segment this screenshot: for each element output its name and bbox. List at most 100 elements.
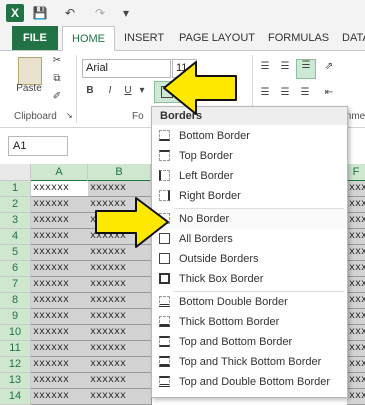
table-cell[interactable]: xxxxxx [347, 245, 365, 261]
table-cell[interactable]: xxxxxx [347, 325, 365, 341]
row-header[interactable]: 14 [0, 389, 31, 405]
menu-item-top-and-thick-bottom-border[interactable]: Top and Thick Bottom Border [152, 352, 347, 372]
table-cell[interactable]: xxxxxx [31, 309, 89, 325]
table-cell[interactable]: xxxxxx [347, 213, 365, 229]
table-cell[interactable]: xxxxxx [31, 373, 89, 389]
tab-home[interactable]: HOME [62, 26, 115, 51]
table-cell[interactable]: xxxxxx [88, 341, 152, 357]
orientation-icon[interactable]: ⇗ [320, 61, 338, 72]
row-header[interactable]: 2 [0, 197, 31, 213]
table-cell[interactable]: xxxxxx [88, 277, 152, 293]
table-cell[interactable]: xxxxxx [31, 357, 89, 373]
row-header[interactable]: 10 [0, 325, 31, 341]
table-cell[interactable]: xxxxxx [347, 309, 365, 325]
paste-button[interactable]: Paste [14, 83, 44, 94]
table-cell[interactable]: xxxxxx [88, 389, 152, 405]
table-cell[interactable]: xxxxxx [88, 293, 152, 309]
underline-dropdown-icon[interactable]: ▾ [138, 85, 146, 96]
copy-icon[interactable]: ⧉ [50, 73, 64, 84]
table-cell[interactable]: xxxxxx [347, 341, 365, 357]
table-cell[interactable]: xxxxxx [347, 261, 365, 277]
align-top-icon[interactable]: ☰ [258, 61, 272, 72]
table-cell[interactable]: xxxxxx [347, 357, 365, 373]
align-center-icon[interactable]: ☰ [278, 87, 292, 98]
table-cell[interactable]: xxxxxx [347, 293, 365, 309]
cut-icon[interactable]: ✂ [50, 55, 64, 66]
column-header-b[interactable]: B [88, 164, 151, 182]
table-cell[interactable]: xxxxxx [347, 389, 365, 405]
tab-data[interactable]: DATA [333, 26, 365, 50]
row-header[interactable]: 9 [0, 309, 31, 325]
table-cell[interactable]: xxxxxx [347, 277, 365, 293]
menu-item-bottom-double-border[interactable]: Bottom Double Border [152, 292, 347, 312]
table-cell[interactable]: xxxxxx [31, 229, 89, 245]
table-cell[interactable]: xxxxxx [31, 181, 89, 197]
name-box[interactable]: A1 [8, 136, 68, 156]
table-cell[interactable]: xxxxxx [88, 373, 152, 389]
paste-icon[interactable] [18, 57, 42, 85]
align-left-icon[interactable]: ☰ [258, 87, 272, 98]
tab-formulas[interactable]: FORMULAS [259, 26, 338, 50]
table-cell[interactable]: xxxxxx [31, 389, 89, 405]
row-header[interactable]: 12 [0, 357, 31, 373]
tab-insert[interactable]: INSERT [115, 26, 173, 50]
align-right-icon[interactable]: ☰ [298, 87, 312, 98]
table-cell[interactable]: xxxxxx [31, 325, 89, 341]
column-header-a[interactable]: A [31, 164, 88, 182]
underline-button[interactable]: U [122, 85, 134, 96]
undo-icon[interactable]: ↶ [62, 5, 78, 21]
menu-item-top-and-bottom-border[interactable]: Top and Bottom Border [152, 332, 347, 352]
row-header[interactable]: 7 [0, 277, 31, 293]
row-header[interactable]: 5 [0, 245, 31, 261]
table-cell[interactable]: xxxxxx [347, 197, 365, 213]
row-header[interactable]: 3 [0, 213, 31, 229]
row-header[interactable]: 13 [0, 373, 31, 389]
table-cell[interactable]: xxxxxx [31, 341, 89, 357]
menu-item-all-borders[interactable]: All Borders [152, 229, 347, 249]
menu-item-bottom-border[interactable]: Bottom Border [152, 126, 347, 146]
row-header[interactable]: 6 [0, 261, 31, 277]
menu-item-right-border[interactable]: Right Border [152, 186, 347, 206]
table-cell[interactable]: xxxxxx [347, 181, 365, 197]
row-header[interactable]: 11 [0, 341, 31, 357]
bold-button[interactable]: B [84, 85, 96, 96]
table-cell[interactable]: xxxxxx [88, 325, 152, 341]
table-cell[interactable]: xxxxxx [31, 261, 89, 277]
customize-icon[interactable]: ▾ [118, 5, 134, 21]
align-bottom-icon[interactable]: ☰ [296, 59, 316, 79]
row-header[interactable]: 4 [0, 229, 31, 245]
table-cell[interactable]: xxxxxx [31, 245, 89, 261]
row-header[interactable]: 1 [0, 181, 31, 197]
table-cell[interactable]: xxxxxx [88, 261, 152, 277]
table-cell[interactable]: xxxxxx [347, 229, 365, 245]
row-header[interactable]: 8 [0, 293, 31, 309]
column-header-f[interactable]: F [347, 164, 365, 182]
italic-button[interactable]: I [104, 85, 116, 96]
select-all-corner[interactable] [0, 164, 31, 181]
format-painter-icon[interactable]: ✐ [50, 91, 64, 102]
top-and-bottom-border-icon [159, 336, 170, 347]
tab-file[interactable]: FILE [12, 26, 58, 50]
menu-item-thick-bottom-border[interactable]: Thick Bottom Border [152, 312, 347, 332]
table-cell[interactable]: xxxxxx [31, 277, 89, 293]
indent-icon[interactable]: ⇤ [320, 87, 338, 98]
table-cell[interactable]: xxxxxx [88, 357, 152, 373]
quick-access-toolbar: X 💾 ↶ ↷ ▾ [0, 0, 365, 26]
table-cell[interactable]: xxxxxx [88, 309, 152, 325]
menu-item-outside-borders[interactable]: Outside Borders [152, 249, 347, 269]
save-icon[interactable]: 💾 [32, 5, 48, 21]
clipboard-launcher-icon[interactable]: ↘ [66, 111, 73, 120]
menu-item-left-border[interactable]: Left Border [152, 166, 347, 186]
table-cell[interactable]: xxxxxx [347, 373, 365, 389]
align-middle-icon[interactable]: ☰ [278, 61, 292, 72]
tab-page-layout[interactable]: PAGE LAYOUT [170, 26, 264, 50]
font-name-box[interactable]: Arial [82, 59, 171, 78]
menu-item-top-and-double-bottom-border[interactable]: Top and Double Bottom Border [152, 372, 347, 392]
table-cell[interactable]: xxxxxx [31, 293, 89, 309]
menu-item-top-border[interactable]: Top Border [152, 146, 347, 166]
menu-item-no-border[interactable]: No Border [152, 209, 347, 229]
table-cell[interactable]: xxxxxx [31, 197, 89, 213]
redo-icon[interactable]: ↷ [92, 5, 108, 21]
table-cell[interactable]: xxxxxx [31, 213, 89, 229]
menu-item-thick-box-border[interactable]: Thick Box Border [152, 269, 347, 289]
